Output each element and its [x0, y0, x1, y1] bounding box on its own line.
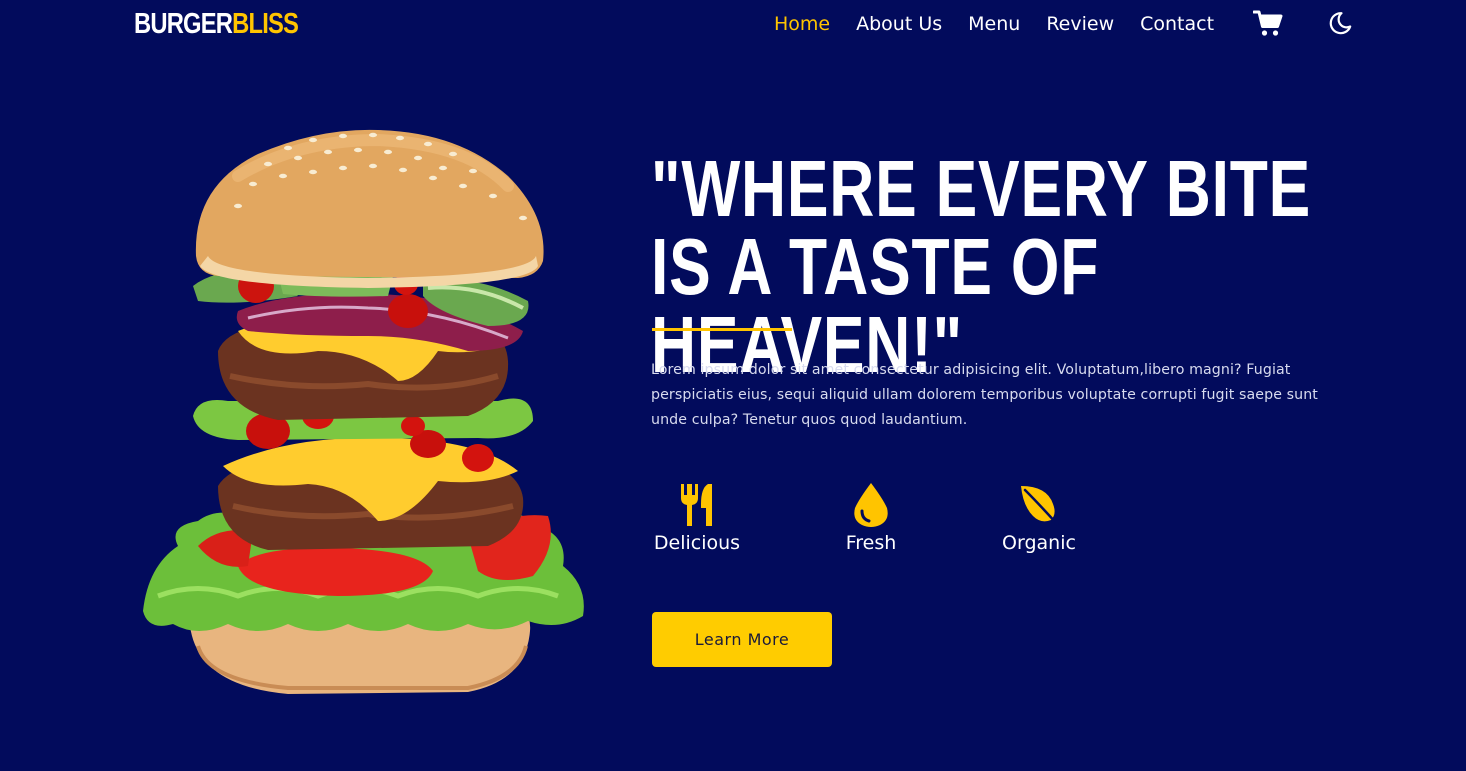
learn-more-button[interactable]: Learn More: [652, 612, 832, 667]
nav-link-about-us[interactable]: About Us: [856, 13, 942, 35]
leaf-icon: [1021, 486, 1059, 526]
brand-name-part1: BURGER: [134, 8, 233, 40]
page: BURGERBLISS Home About Us Menu Review Co…: [0, 0, 1466, 771]
brand-name-part2: BLISS: [232, 8, 299, 40]
nav-link-menu[interactable]: Menu: [968, 13, 1020, 35]
nav-links: Home About Us Menu Review Contact: [774, 10, 1240, 38]
feature-organic: Organic: [1000, 480, 1078, 554]
moon-icon[interactable]: [1327, 10, 1353, 36]
feature-fresh: Fresh: [844, 480, 898, 554]
hero-description: Lorem ipsum dolor sit amet consectetur a…: [651, 362, 1318, 428]
hero-title: "WHERE EVERY BITE IS A TASTE OF HEAVEN!": [651, 144, 1312, 389]
utensils-icon: [681, 484, 712, 526]
navbar: BURGERBLISS Home About Us Menu Review Co…: [0, 0, 1466, 48]
feature-label-organic: Organic: [1002, 532, 1076, 554]
nav-link-review[interactable]: Review: [1046, 13, 1114, 35]
nav-link-home[interactable]: Home: [774, 13, 830, 35]
feature-label-fresh: Fresh: [845, 532, 897, 554]
shopping-cart-icon[interactable]: [1253, 9, 1283, 37]
features-row: Delicious Fresh Organic: [651, 480, 1171, 570]
feature-label-delicious: Delicious: [653, 532, 741, 554]
burger-image: [143, 129, 584, 694]
nav-link-contact[interactable]: Contact: [1140, 13, 1214, 35]
droplet-icon: [854, 483, 888, 527]
brand-logo[interactable]: BURGERBLISS: [134, 7, 299, 41]
feature-delicious: Delicious: [651, 480, 743, 554]
title-underline: [652, 328, 792, 331]
